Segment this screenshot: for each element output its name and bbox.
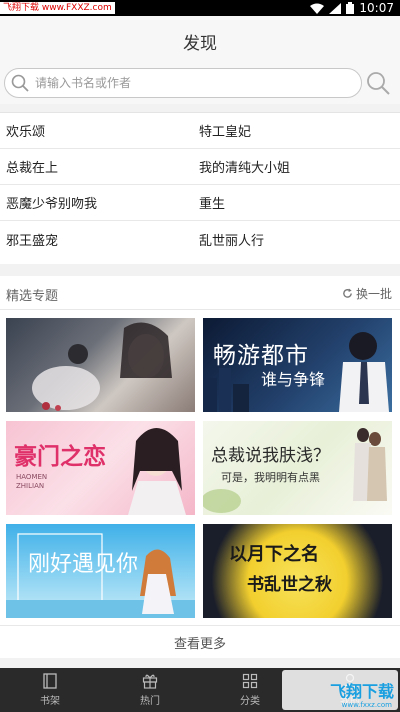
book-link[interactable]: 乱世丽人行: [193, 230, 400, 249]
page-title-bar: 发现: [0, 16, 400, 66]
tab-label: 书架: [40, 696, 60, 707]
tab-label: 热门: [140, 696, 160, 707]
topic-image: [32, 322, 172, 411]
book-link[interactable]: 恶魔少爷别吻我: [0, 193, 193, 212]
grid-icon: [242, 673, 258, 689]
topic-caption: 畅游都市: [213, 343, 309, 369]
topic-caption: 豪门之恋: [14, 443, 106, 470]
book-link[interactable]: 欢乐颂: [0, 121, 193, 140]
list-item: 总裁在上 我的清纯大小姐: [0, 149, 400, 185]
watermark-url: www.fxxz.com: [341, 701, 392, 709]
wifi-icon: [310, 3, 325, 14]
book-link[interactable]: 总裁在上: [0, 157, 193, 176]
topic-caption: 以月下之名: [229, 544, 319, 565]
book-link[interactable]: 邪王盛宠: [0, 230, 193, 249]
tab-label: 分类: [240, 696, 260, 707]
featured-section: 精选专题 换一批 畅游都市 谁与争锋 豪门之恋 HAOMEN ZHILIAN 总…: [0, 276, 400, 658]
topic-tile[interactable]: 刚好遇见你: [6, 524, 195, 618]
gift-icon: [142, 674, 158, 689]
topic-subcaption: 书乱世之秋: [247, 575, 332, 595]
search-box[interactable]: [4, 68, 362, 98]
signal-icon: [329, 2, 342, 14]
list-item: 欢乐颂 特工皇妃: [0, 113, 400, 149]
page-title: 发现: [183, 33, 217, 54]
view-more-label: 查看更多: [173, 637, 226, 652]
topic-tile[interactable]: [6, 318, 195, 412]
status-bar: 飞翔下载 www.FXXZ.com 10:07: [0, 0, 400, 16]
book-icon: [43, 673, 57, 689]
search-row: [0, 66, 400, 104]
search-input[interactable]: [35, 76, 335, 90]
search-icon: [11, 74, 29, 92]
list-item: 恶魔少爷别吻我 重生: [0, 185, 400, 221]
status-icons: 10:07: [310, 0, 394, 16]
topic-image: [203, 428, 387, 513]
search-icon: [367, 72, 390, 95]
refresh-button[interactable]: 换一批: [342, 285, 392, 302]
topic-tile[interactable]: 豪门之恋 HAOMEN ZHILIAN: [6, 421, 195, 515]
watermark-top: 飞翔下载 www.FXXZ.com: [0, 2, 115, 14]
topic-subcaption: HAOMEN ZHILIAN: [16, 473, 48, 490]
search-button[interactable]: [364, 69, 392, 97]
topic-caption: 刚好遇见你: [28, 552, 139, 577]
topic-tile[interactable]: 畅游都市 谁与争锋: [203, 318, 392, 412]
topic-subcaption: 谁与争锋: [261, 370, 326, 389]
battery-icon: [346, 2, 355, 14]
watermark-text: 飞翔下载: [329, 682, 394, 701]
watermark-logo: 飞翔下载 www.fxxz.com: [282, 670, 398, 710]
view-more-button[interactable]: 查看更多: [0, 625, 400, 659]
book-list: 欢乐颂 特工皇妃 总裁在上 我的清纯大小姐 恶魔少爷别吻我 重生 邪王盛宠 乱世…: [0, 112, 400, 264]
topic-subcaption: 可是，我明明有点黑: [221, 471, 320, 484]
featured-header: 精选专题 换一批: [0, 276, 400, 310]
topic-tile[interactable]: 以月下之名 书乱世之秋: [203, 524, 392, 618]
tab-popular[interactable]: 热门: [100, 668, 200, 712]
tab-bookshelf[interactable]: 书架: [0, 668, 100, 712]
refresh-label: 换一批: [355, 287, 392, 301]
book-link[interactable]: 特工皇妃: [193, 121, 400, 140]
book-link[interactable]: 我的清纯大小姐: [193, 157, 400, 176]
topic-tile[interactable]: 总裁说我肤浅？ 可是，我明明有点黑: [203, 421, 392, 515]
list-item: 邪王盛宠 乱世丽人行: [0, 221, 400, 257]
clock: 10:07: [359, 1, 394, 15]
refresh-icon: [343, 288, 352, 298]
book-link[interactable]: 重生: [193, 193, 400, 212]
topic-caption: 总裁说我肤浅？: [211, 446, 330, 466]
featured-title: 精选专题: [6, 289, 59, 304]
